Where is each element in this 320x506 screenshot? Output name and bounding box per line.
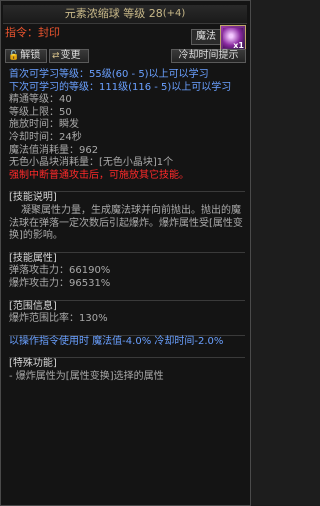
attributes-header: [技能属性]	[9, 252, 57, 264]
unlock-button-label: 解锁	[20, 50, 41, 61]
skill-icon-slot[interactable]: x1	[220, 25, 246, 51]
cast-time: 施放时间：瞬发	[9, 119, 79, 131]
change-button[interactable]: ⇄ 变更	[49, 49, 89, 63]
command-row: 指令：封印	[5, 27, 165, 43]
crystal-cost: 无色小晶块消耗量：[无色小晶块]1个	[9, 157, 174, 169]
skill-tooltip-panel: 元素浓缩球 等级 28 (+4) 指令：封印 魔法 x1 🔓 解锁 ⇄ 变更 冷…	[0, 0, 251, 506]
unlock-button[interactable]: 🔓 解锁	[5, 49, 47, 63]
lock-icon: 🔓	[8, 51, 20, 61]
skill-type-badge: 魔法	[191, 29, 221, 45]
explode-range: 爆炸范围比率：130%	[9, 313, 108, 325]
cooldown-time: 冷却时间：24秒	[9, 131, 82, 143]
mp-cost: 魔法值消耗量：962	[9, 144, 99, 156]
command-label: 指令：	[5, 26, 38, 39]
skill-title-bar: 元素浓缩球 等级 28 (+4)	[3, 5, 247, 24]
special-text: - 爆炸属性为[属性变换]选择的属性	[9, 370, 164, 382]
skill-name: 元素浓缩球	[64, 7, 120, 20]
mastery-level: 精通等级：40	[9, 94, 72, 106]
level-label: 等级	[123, 7, 146, 20]
skill-level: 28	[148, 7, 163, 20]
range-header: [范围信息]	[9, 300, 57, 312]
next-learn-level: 下次可学习的等级：111级(116 - 5)以上可以学习	[9, 81, 232, 93]
cooldown-hint-button[interactable]: 冷却时间提示	[171, 49, 246, 63]
skill-details: 首次可学习等级：55级(60 - 5)以上可以学习 下次可学习的等级：111级(…	[9, 69, 245, 383]
description-text: 凝聚属性力量，生成魔法球并向前抛出。抛出的魔法球在弹落一定次数后引起爆炸。爆炸属…	[9, 204, 243, 242]
description-header: [技能说明]	[9, 192, 57, 204]
explode-attack: 爆炸攻击力：96531%	[9, 277, 111, 289]
max-level: 等级上限：50	[9, 106, 72, 118]
change-button-label: 变更	[60, 50, 81, 61]
command-bonus: 以操作指令使用时 魔法值-4.0% 冷却时间-2.0%	[9, 335, 224, 347]
force-interrupt-note: 强制中断普通攻击后，可施放其它技能。	[9, 169, 189, 181]
level-bonus: (+4)	[162, 8, 186, 19]
special-header: [特殊功能]	[9, 358, 57, 370]
first-learn-level: 首次可学习等级：55级(60 - 5)以上可以学习	[9, 69, 209, 80]
swap-icon: ⇄	[52, 51, 60, 61]
command-value: 封印	[38, 26, 60, 39]
bounce-attack: 弹落攻击力：66190%	[9, 265, 111, 277]
cooldown-hint-label: 冷却时间提示	[178, 50, 239, 61]
